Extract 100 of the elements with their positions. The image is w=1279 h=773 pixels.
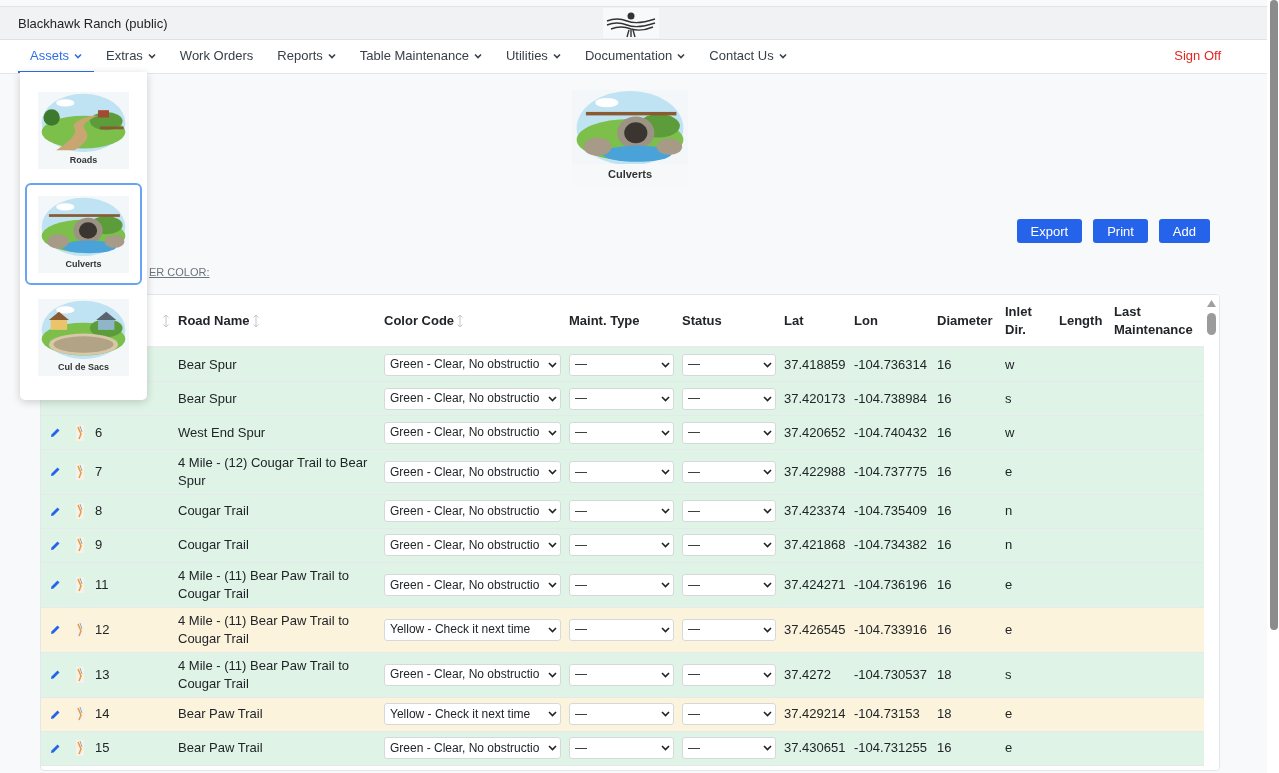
status-select[interactable]: — xyxy=(682,460,776,483)
table-cell: 9 xyxy=(95,536,103,555)
sort-icon[interactable] xyxy=(456,313,465,328)
maint-type-select[interactable]: — xyxy=(569,534,674,557)
status-select[interactable]: — xyxy=(682,534,776,557)
table-cell: w xyxy=(1005,423,1015,442)
color-code-select[interactable]: Green - Clear, No obstructio xyxy=(384,500,561,523)
nav-tab[interactable]: Table Maintenance xyxy=(347,40,494,73)
status-select[interactable]: — xyxy=(682,387,776,410)
table-cell: 18 xyxy=(937,705,952,723)
nav-tab[interactable]: Reports xyxy=(265,40,348,73)
thumbnail-icon[interactable] xyxy=(76,576,84,593)
thumbnail-icon[interactable] xyxy=(76,503,84,520)
color-code-select[interactable]: Green - Clear, No obstructio xyxy=(384,460,561,483)
status-select[interactable]: — xyxy=(682,573,776,596)
maint-type-select[interactable]: — xyxy=(569,618,674,641)
edit-icon[interactable] xyxy=(50,539,61,551)
table-cell: 37.418859 xyxy=(784,355,846,374)
edit-icon[interactable] xyxy=(50,427,61,438)
caret-icon xyxy=(763,626,772,633)
column-header: Lon xyxy=(854,311,878,330)
edit-icon[interactable] xyxy=(50,708,61,720)
edit-icon[interactable] xyxy=(50,742,61,754)
thumbnail-icon[interactable] xyxy=(76,706,84,722)
color-code-select[interactable]: Green - Clear, No obstructio xyxy=(384,663,561,686)
action-button[interactable]: Add xyxy=(1158,219,1210,243)
table-cell: e xyxy=(1005,620,1013,639)
nav-tab[interactable]: Extras xyxy=(94,40,168,73)
menu-item-label: Cul de Sacs xyxy=(58,362,109,372)
nav-tab[interactable]: Utilities xyxy=(493,40,573,73)
table-cell: 6 xyxy=(95,423,103,442)
maint-type-select[interactable]: — xyxy=(569,353,674,376)
table-cell: -104.736196 xyxy=(854,575,927,594)
column-header: Status xyxy=(682,311,722,330)
color-code-select[interactable]: Green - Clear, No obstructio xyxy=(384,534,561,557)
maint-type-select[interactable]: — xyxy=(569,387,674,410)
status-select[interactable]: — xyxy=(682,703,776,725)
column-header: Inlet Dir. xyxy=(1005,302,1033,339)
thumbnail-icon[interactable] xyxy=(76,424,84,441)
edit-icon[interactable] xyxy=(50,624,61,636)
table-cell: 16 xyxy=(937,423,952,442)
table-cell: 37.426545 xyxy=(784,620,846,639)
caret-icon xyxy=(661,745,670,751)
maint-type-select[interactable]: — xyxy=(569,500,674,523)
color-code-select[interactable]: Green - Clear, No obstructio xyxy=(384,353,561,376)
maint-type-select[interactable]: — xyxy=(569,663,674,686)
table-cell: Bear Spur xyxy=(178,355,237,374)
status-select[interactable]: — xyxy=(682,421,776,444)
scrollbar-thumb[interactable] xyxy=(1207,313,1216,335)
edit-icon[interactable] xyxy=(50,505,61,517)
color-code-select[interactable]: Green - Clear, No obstructio xyxy=(384,421,561,444)
color-code-select[interactable]: Green - Clear, No obstructio xyxy=(384,387,561,410)
caret-icon xyxy=(661,671,670,678)
caret-icon xyxy=(763,711,772,717)
maint-type-select[interactable]: — xyxy=(569,703,674,725)
color-code-select[interactable]: Green - Clear, No obstructio xyxy=(384,737,561,759)
table-cell: e xyxy=(1005,462,1013,481)
scrollbar-up-arrow-icon[interactable] xyxy=(1207,300,1216,307)
caret-icon xyxy=(548,508,557,515)
status-select[interactable]: — xyxy=(682,500,776,523)
maint-type-select[interactable]: — xyxy=(569,573,674,596)
caret-icon xyxy=(763,542,772,549)
action-button[interactable]: Print xyxy=(1093,219,1148,243)
table-cell: -104.734382 xyxy=(854,536,927,555)
edit-icon[interactable] xyxy=(50,669,61,681)
thumbnail-icon[interactable] xyxy=(76,621,84,638)
maint-type-select[interactable]: — xyxy=(569,421,674,444)
filter-label: ER COLOR: xyxy=(149,266,210,278)
thumbnail-icon[interactable] xyxy=(76,463,84,480)
action-button[interactable]: Export xyxy=(1016,219,1083,243)
table-cell: e xyxy=(1005,705,1013,723)
nav-tab[interactable]: Work Orders xyxy=(167,40,266,73)
nav-tab[interactable]: Documentation xyxy=(572,40,698,73)
table-cell: 16 xyxy=(937,739,952,757)
maint-type-select[interactable]: — xyxy=(569,737,674,759)
caret-icon xyxy=(763,361,772,368)
color-code-select[interactable]: Yellow - Check it next time xyxy=(384,618,561,641)
edit-icon[interactable] xyxy=(50,466,61,478)
sort-icon[interactable] xyxy=(162,313,170,328)
menu-item[interactable]: Culverts xyxy=(25,183,142,285)
color-code-select[interactable]: Yellow - Check it next time xyxy=(384,703,561,725)
page-scrollbar-thumb[interactable] xyxy=(1270,0,1278,630)
color-code-select[interactable]: Green - Clear, No obstructio xyxy=(384,573,561,596)
status-select[interactable]: — xyxy=(682,353,776,376)
edit-icon[interactable] xyxy=(50,579,61,591)
thumbnail-icon[interactable] xyxy=(76,537,84,554)
thumbnail-icon[interactable] xyxy=(76,666,84,683)
table-cell: -104.735409 xyxy=(854,502,927,521)
status-select[interactable]: — xyxy=(682,618,776,641)
sort-icon[interactable] xyxy=(251,313,260,328)
caret-icon xyxy=(548,745,557,751)
caret-icon xyxy=(548,361,557,368)
caret-icon xyxy=(548,626,557,633)
status-select[interactable]: — xyxy=(682,663,776,686)
thumbnail-icon[interactable] xyxy=(76,740,84,756)
nav-tab[interactable]: Contact Us xyxy=(697,40,799,73)
table-cell: n xyxy=(1005,536,1013,555)
sign-off-link[interactable]: Sign Off xyxy=(1162,40,1267,73)
maint-type-select[interactable]: — xyxy=(569,460,674,483)
status-select[interactable]: — xyxy=(682,737,776,759)
